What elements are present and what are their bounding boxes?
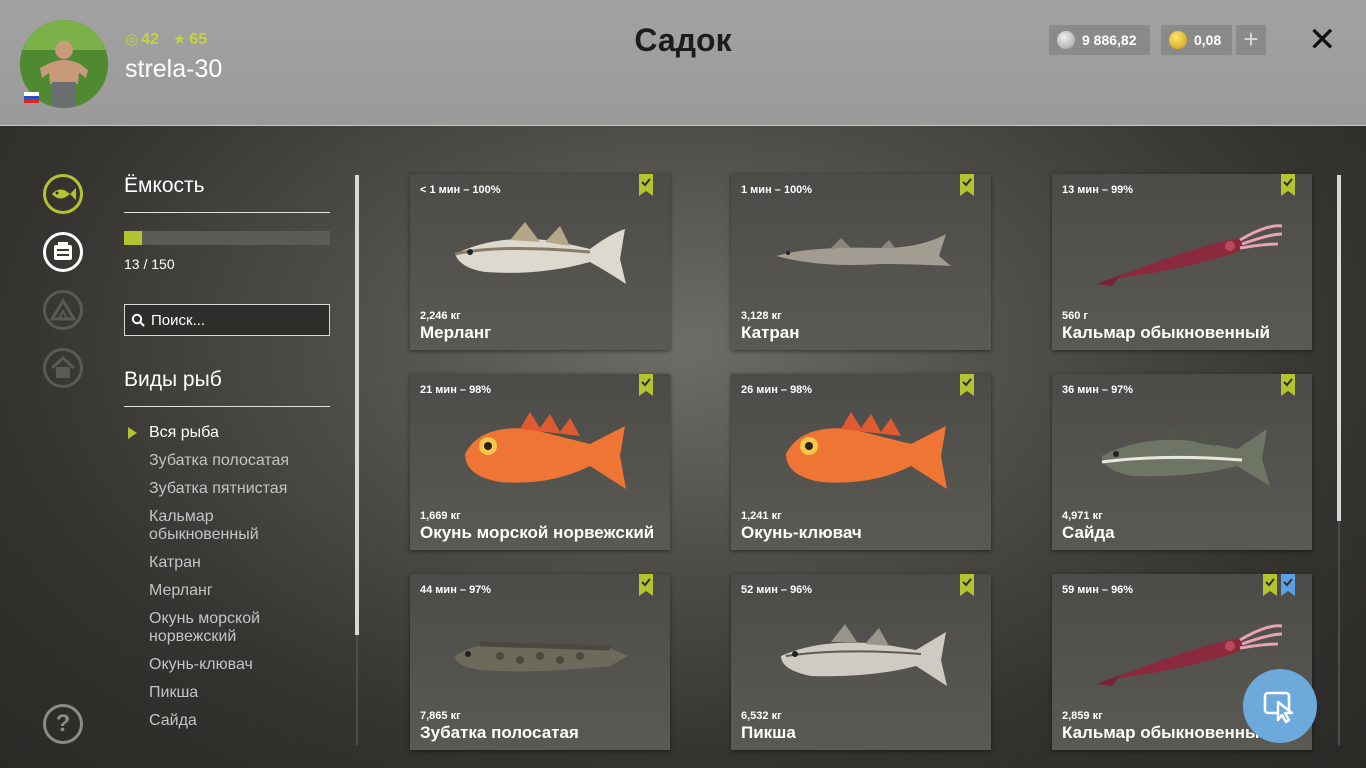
cursor-select-icon	[1263, 691, 1294, 724]
fish-weight: 1,241 кг	[741, 510, 782, 522]
species-heading: Виды рыб	[124, 368, 222, 391]
species-item[interactable]: Мерланг	[124, 582, 330, 600]
grid-scrollbar-thumb[interactable]	[1337, 175, 1341, 521]
catch-time: 52 мин – 96%	[741, 584, 813, 596]
catch-time: < 1 мин – 100%	[420, 184, 501, 196]
fish-icon	[52, 188, 76, 200]
home-icon	[50, 355, 76, 378]
selected-arrow-icon	[128, 427, 137, 439]
fish-weight: 4,971 кг	[1062, 510, 1103, 522]
species-item[interactable]: Пикша	[124, 684, 330, 702]
fish-weight: 1,669 кг	[420, 510, 461, 522]
fish-card[interactable]: 36 мин – 97% 4,971 кг Сайда	[1052, 374, 1312, 550]
catch-time: 13 мин – 99%	[1062, 184, 1134, 196]
russia-flag-icon	[24, 92, 39, 103]
catch-time: 21 мин – 98%	[420, 384, 492, 396]
trophy-check-badge-icon	[1263, 574, 1277, 596]
crown-badge-icon	[1281, 574, 1295, 596]
fish-card[interactable]: 21 мин – 98% 1,669 кг Окунь морской норвеж…	[410, 374, 670, 550]
fish-weight: 2,246 кг	[420, 310, 461, 322]
species-scrollbar-track[interactable]	[356, 635, 358, 745]
fish-card[interactable]: 1 мин – 100% 3,128 кг Катран	[731, 174, 991, 350]
search-input[interactable]	[149, 310, 323, 330]
trophy-check-badge-icon	[1281, 374, 1295, 396]
trophy-check-badge-icon	[960, 574, 974, 596]
catch-time: 26 мин – 98%	[741, 384, 813, 396]
cooler-box-icon	[54, 242, 72, 260]
trophy-check-badge-icon	[639, 574, 653, 596]
close-button[interactable]: ✕	[1308, 20, 1337, 60]
fish-name: Сайда	[1062, 523, 1115, 542]
catch-time: 36 мин – 97%	[1062, 384, 1134, 396]
fish-card[interactable]: 44 мин – 97% 7,865 кг Зубатка полосатая	[410, 574, 670, 750]
species-item[interactable]: Сайда	[124, 712, 330, 730]
gold-coins-icon	[1169, 31, 1187, 49]
trophy-check-badge-icon	[960, 174, 974, 196]
fish-weight: 2,859 кг	[1062, 710, 1103, 722]
capacity-bar-fill	[124, 231, 142, 245]
fish-card[interactable]: < 1 мин – 100% 2,246 кг Мерланг	[410, 174, 670, 350]
fish-card[interactable]: 52 мин – 96% 6,532 кг Пикша	[731, 574, 991, 750]
search-icon	[131, 313, 145, 327]
species-item[interactable]: Кальмар обыкновенный	[124, 508, 279, 544]
fish-name: Зубатка полосатая	[420, 723, 579, 742]
trophy-check-badge-icon	[1281, 174, 1295, 196]
add-gold-button[interactable]: +	[1236, 25, 1266, 55]
username: strela-30	[125, 55, 223, 83]
grid-scrollbar-track[interactable]	[1338, 521, 1340, 745]
fish-weight: 560 г	[1062, 310, 1088, 322]
help-button[interactable]: ?	[43, 704, 83, 744]
catch-time: 59 мин – 96%	[1062, 584, 1134, 596]
fish-name: Окунь морской норвежский	[420, 523, 655, 542]
fish-name: Кальмар обыкновенный	[1062, 723, 1270, 742]
species-scrollbar-thumb[interactable]	[355, 175, 359, 635]
trophy-check-badge-icon	[960, 374, 974, 396]
home-tab[interactable]	[43, 348, 83, 388]
capacity-count: 13 / 150	[124, 256, 175, 272]
divider	[124, 406, 330, 407]
camp-tab[interactable]	[43, 290, 83, 330]
divider	[124, 212, 330, 213]
tent-icon	[49, 298, 77, 321]
fish-keepnet-tab[interactable]	[43, 174, 83, 214]
capacity-heading: Ёмкость	[124, 174, 205, 197]
species-item-all[interactable]: Вся рыба	[124, 424, 330, 442]
trophy-check-badge-icon	[639, 374, 653, 396]
silver-balance: 9 886,82	[1049, 25, 1150, 55]
fish-name: Окунь-клювач	[741, 523, 862, 542]
fish-name: Пикша	[741, 723, 796, 742]
species-item[interactable]: Зубатка пятнистая	[124, 480, 330, 498]
catch-time: 44 мин – 97%	[420, 584, 492, 596]
gear-inventory-tab[interactable]	[43, 232, 83, 272]
catch-time: 1 мин – 100%	[741, 184, 813, 196]
species-item[interactable]: Окунь-клювач	[124, 656, 330, 674]
species-item[interactable]: Зубатка полосатая	[124, 452, 330, 470]
fish-name: Мерланг	[420, 323, 492, 342]
search-box[interactable]	[124, 304, 330, 336]
fish-name: Катран	[741, 323, 800, 342]
fish-card[interactable]: 26 мин – 98% 1,241 кг Окунь-клювач	[731, 374, 991, 550]
gold-balance: 0,08	[1161, 25, 1232, 55]
capacity-bar	[124, 231, 330, 245]
fish-weight: 6,532 кг	[741, 710, 782, 722]
fish-name: Кальмар обыкновенный	[1062, 323, 1270, 342]
silver-coins-icon	[1057, 31, 1075, 49]
cursor-mode-button[interactable]	[1243, 669, 1317, 743]
fish-weight: 3,128 кг	[741, 310, 782, 322]
fish-weight: 7,865 кг	[420, 710, 461, 722]
species-item[interactable]: Окунь морской норвежский	[124, 610, 284, 646]
trophy-check-badge-icon	[639, 174, 653, 196]
species-list: Вся рыба Зубатка полосатая Зубатка пятни…	[124, 424, 330, 740]
species-item[interactable]: Катран	[124, 554, 330, 572]
fish-card[interactable]: 13 мин – 99% 560 г Кальмар обыкновенный	[1052, 174, 1312, 350]
header-bar: ◎ 42 ★ 65 strela-30 Садок 9 886,82 0,08 + …	[0, 0, 1366, 126]
